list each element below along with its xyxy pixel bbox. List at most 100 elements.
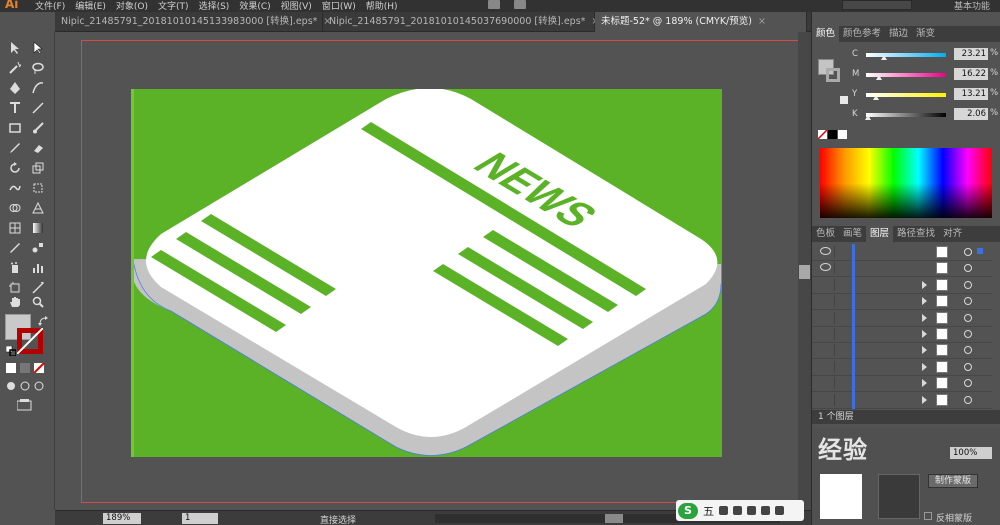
layer-row[interactable]: [812, 391, 992, 409]
tab-stroke[interactable]: 描边: [885, 26, 912, 42]
color-stroke-preview[interactable]: [826, 68, 840, 82]
slider-knob[interactable]: [864, 115, 871, 120]
menu-type[interactable]: 文字(T): [158, 0, 189, 12]
expand-arrow-icon[interactable]: [922, 346, 927, 355]
workspace-switcher[interactable]: 基本功能: [954, 0, 990, 12]
screen-mode-icon[interactable]: [16, 397, 34, 413]
zoom-tool-icon[interactable]: [29, 294, 47, 310]
magenta-slider[interactable]: M 16.22 %: [852, 68, 1000, 81]
target-circle-icon[interactable]: [964, 362, 972, 371]
value-field[interactable]: 16.22: [954, 68, 988, 80]
layer-row[interactable]: [812, 326, 992, 343]
warp-tool-icon[interactable]: [6, 180, 24, 196]
curvature-tool-icon[interactable]: [29, 80, 47, 96]
make-mask-button[interactable]: 制作蒙版: [928, 474, 978, 488]
object-thumbnail[interactable]: [820, 474, 862, 519]
value-field[interactable]: 23.21: [954, 48, 988, 60]
target-circle-icon[interactable]: [964, 280, 972, 289]
black-slider[interactable]: K 2.06 %: [852, 108, 1000, 121]
lock-toggle[interactable]: [834, 377, 845, 390]
out-of-gamut-swatch[interactable]: [840, 96, 848, 104]
tab-color[interactable]: 颜色: [812, 26, 840, 42]
menu-effect[interactable]: 效果(C): [239, 0, 270, 12]
black-swatch[interactable]: [828, 130, 837, 139]
search-input[interactable]: [842, 0, 912, 10]
target-circle-icon[interactable]: [964, 264, 972, 273]
gpu-performance-icon[interactable]: [514, 0, 526, 9]
target-circle-icon[interactable]: [964, 330, 972, 338]
blend-tool-icon[interactable]: [29, 240, 47, 256]
yellow-slider[interactable]: Y 13.21 %: [852, 88, 1000, 101]
user-icon[interactable]: [761, 506, 770, 515]
invert-mask-checkbox[interactable]: [924, 512, 932, 520]
lasso-tool-icon[interactable]: [29, 60, 47, 76]
eyedropper-tool-icon[interactable]: [6, 240, 24, 256]
keyboard-icon[interactable]: [747, 506, 756, 515]
menu-window[interactable]: 窗口(W): [322, 0, 356, 12]
zoom-field[interactable]: 189%: [103, 513, 141, 524]
hand-tool-icon[interactable]: [6, 294, 24, 310]
menu-view[interactable]: 视图(V): [281, 0, 312, 12]
mesh-tool-icon[interactable]: [6, 220, 24, 236]
lock-toggle[interactable]: [834, 278, 845, 291]
tab-layers[interactable]: 图层: [866, 226, 894, 242]
perspective-grid-tool-icon[interactable]: [29, 200, 47, 216]
lock-toggle[interactable]: [834, 311, 845, 324]
draw-inside-icon[interactable]: [31, 378, 49, 394]
color-spectrum[interactable]: [820, 148, 992, 218]
selection-tool-icon[interactable]: [6, 40, 24, 56]
target-circle-icon[interactable]: [964, 313, 972, 322]
tab-document-2[interactable]: Nipic_21485791_20181010145037690000 [转换]…: [323, 12, 599, 32]
menu-help[interactable]: 帮助(H): [366, 0, 398, 12]
rectangle-tool-icon[interactable]: [6, 120, 24, 136]
tab-color-guide[interactable]: 颜色参考: [839, 26, 885, 42]
expand-arrow-icon[interactable]: [922, 362, 927, 371]
slider-track[interactable]: [866, 53, 946, 57]
target-circle-icon[interactable]: [964, 248, 972, 256]
value-field[interactable]: 13.21: [954, 88, 988, 100]
eraser-tool-icon[interactable]: [29, 140, 47, 156]
tab-brushes[interactable]: 画笔: [839, 226, 866, 242]
artboard-number-field[interactable]: 1: [182, 513, 218, 524]
layer-row[interactable]: [812, 276, 992, 294]
target-circle-icon[interactable]: [964, 297, 972, 306]
slider-knob[interactable]: [881, 55, 888, 60]
type-tool-icon[interactable]: [6, 100, 24, 116]
expand-arrow-icon[interactable]: [922, 313, 927, 322]
layer-row[interactable]: [812, 260, 992, 278]
layer-row[interactable]: [812, 244, 992, 261]
lock-toggle[interactable]: [834, 344, 845, 357]
swap-fill-stroke-icon[interactable]: [34, 313, 52, 329]
expand-arrow-icon[interactable]: [922, 280, 927, 289]
scroll-thumb[interactable]: [799, 265, 810, 279]
menu-file[interactable]: 文件(F): [35, 0, 65, 12]
opacity-field[interactable]: 100%: [950, 447, 992, 459]
target-circle-icon[interactable]: [964, 379, 972, 388]
none-swatch[interactable]: [818, 130, 827, 139]
news-artwork[interactable]: NEWS: [131, 89, 722, 457]
visibility-eye-icon[interactable]: [820, 247, 831, 255]
tab-pathfinder[interactable]: 路径查找: [893, 226, 939, 242]
close-icon[interactable]: ×: [758, 16, 766, 27]
shape-builder-tool-icon[interactable]: [6, 200, 24, 216]
slider-track[interactable]: [866, 113, 946, 117]
cyan-slider[interactable]: C 23.21 %: [852, 48, 1000, 61]
line-tool-icon[interactable]: [29, 100, 47, 116]
tab-align[interactable]: 对齐: [939, 226, 966, 242]
lock-toggle[interactable]: [834, 360, 845, 373]
lock-toggle[interactable]: [834, 246, 845, 258]
magic-wand-tool-icon[interactable]: [6, 60, 24, 76]
direct-selection-tool-icon[interactable]: [29, 40, 47, 56]
mask-thumbnail[interactable]: [878, 474, 920, 519]
white-swatch[interactable]: [838, 130, 847, 139]
expand-arrow-icon[interactable]: [922, 330, 927, 338]
tab-document-3[interactable]: 未标题-52* @ 189% (CMYK/预览) ×: [595, 12, 807, 32]
skin-icon[interactable]: [775, 506, 784, 515]
layer-row[interactable]: [812, 375, 992, 393]
selection-indicator[interactable]: [977, 248, 983, 254]
rotate-tool-icon[interactable]: [6, 160, 24, 176]
menu-object[interactable]: 对象(O): [116, 0, 148, 12]
tab-document-1[interactable]: Nipic_21485791_20181010145133983000 [转换]…: [55, 12, 331, 32]
layer-row[interactable]: [812, 342, 992, 360]
pencil-tool-icon[interactable]: [6, 140, 24, 156]
